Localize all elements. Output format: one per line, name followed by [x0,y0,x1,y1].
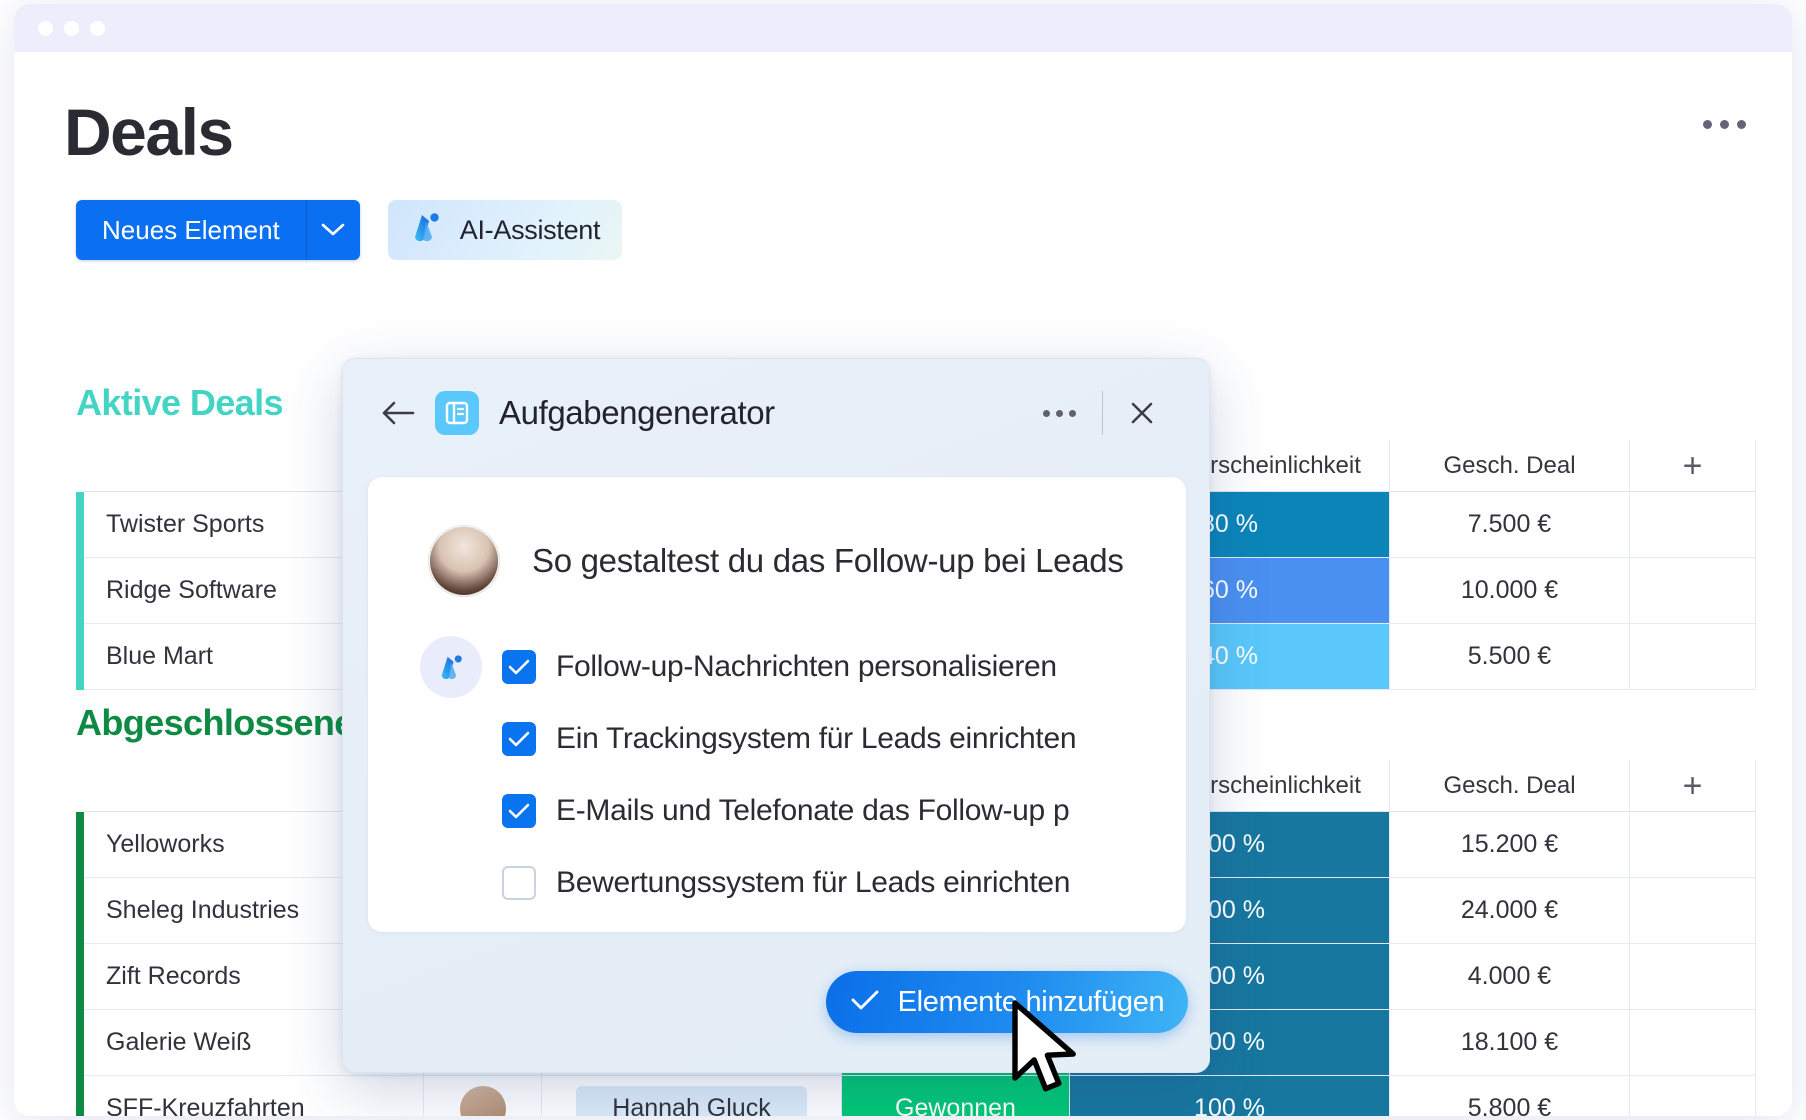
task-generator-modal: Aufgabengenerator So gestaltest du das F… [342,358,1210,1073]
check-icon [850,986,880,1019]
page-body: Deals Neues Element AI-Assistent Aktive … [14,52,1792,1116]
task-label: Bewertungssystem für Leads einrichten [556,866,1071,899]
table-row[interactable]: SFF-Kreuzfahrten Hannah Gluck Gewonnen 1… [76,1076,1756,1116]
plus-icon: + [1682,446,1703,485]
task-checkbox[interactable] [502,722,536,756]
cell-empty[interactable] [1630,812,1756,878]
cell-value[interactable]: 5.800 € [1390,1076,1630,1116]
row-accent [76,878,84,944]
row-accent [76,492,84,558]
task-checkbox[interactable] [502,866,536,900]
modal-title: Aufgabengenerator [499,394,775,431]
cell-value[interactable]: 15.200 € [1390,812,1630,878]
probability-value: 100 % [1194,1094,1265,1116]
cell-empty[interactable] [1630,558,1756,624]
ai-sparkle-icon [420,636,482,698]
cell-value[interactable]: 10.000 € [1390,558,1630,624]
cell-empty[interactable] [1630,1010,1756,1076]
owner-pill: Hannah Gluck [576,1085,807,1116]
task-item[interactable]: E-Mails und Telefonate das Follow-up p [368,775,1186,847]
col-value[interactable]: Gesch. Deal [1390,760,1630,812]
row-accent [76,1076,84,1116]
row-accent [76,558,84,624]
close-icon[interactable] [1103,400,1181,426]
cell-value[interactable]: 18.100 € [1390,1010,1630,1076]
cell-empty[interactable] [1630,492,1756,558]
task-item[interactable]: Follow-up-Nachrichten personalisieren [368,631,1186,703]
cell-empty[interactable] [1630,878,1756,944]
task-label: E-Mails und Telefonate das Follow-up p [556,794,1070,827]
back-arrow-icon[interactable] [381,400,415,426]
window-titlebar [14,4,1792,52]
new-item-button[interactable]: Neues Element [76,200,307,260]
task-item[interactable]: Ein Trackingsystem für Leads einrichten [368,703,1186,775]
cell-owner[interactable]: Hannah Gluck [542,1076,842,1116]
cell-empty[interactable] [1630,944,1756,1010]
maximize-dot[interactable] [90,20,105,36]
add-column-button[interactable]: + [1630,760,1756,812]
task-list: Follow-up-Nachrichten personalisieren Ei… [368,597,1186,919]
close-dot[interactable] [38,20,53,36]
cell-empty[interactable] [1630,1076,1756,1116]
accent-spacer [76,440,84,492]
cell-deal[interactable]: SFF-Kreuzfahrten [84,1076,424,1116]
cell-empty[interactable] [1630,624,1756,690]
cell-value[interactable]: 24.000 € [1390,878,1630,944]
task-label: Ein Trackingsystem für Leads einrichten [556,722,1077,755]
new-item-split-button[interactable]: Neues Element [76,200,360,260]
task-label: Follow-up-Nachrichten personalisieren [556,650,1057,683]
task-item[interactable]: Bewertungssystem für Leads einrichten [368,847,1186,919]
plus-icon: + [1682,766,1703,805]
avatar [459,1085,506,1116]
add-column-button[interactable]: + [1630,440,1756,492]
minimize-dot[interactable] [64,20,79,36]
suggestion-title: So gestaltest du das Follow-up bei Leads [532,542,1124,579]
row-accent [76,944,84,1010]
section-title-active: Aktive Deals [76,382,284,423]
ai-assistant-label: AI-Assistent [459,214,601,245]
modal-header: Aufgabengenerator [343,359,1209,467]
col-value[interactable]: Gesch. Deal [1390,440,1630,492]
accent-spacer [76,760,84,812]
app-window: Deals Neues Element AI-Assistent Aktive … [14,4,1792,1116]
page-overflow-menu-icon[interactable] [1703,120,1746,129]
suggestion-header: So gestaltest du das Follow-up bei Leads [368,477,1186,597]
suggestion-card: So gestaltest du das Follow-up bei Leads [368,477,1186,932]
modal-overflow-menu-icon[interactable] [1017,409,1102,417]
ai-assistant-button[interactable]: AI-Assistent [387,200,623,260]
cell-avatar[interactable] [424,1076,542,1116]
row-accent [76,624,84,690]
row-accent [76,812,84,878]
user-avatar [428,525,500,597]
row-accent [76,1010,84,1076]
ai-sparkle-icon [406,207,446,254]
modal-header-actions [1017,391,1209,435]
task-board-icon [435,391,479,435]
cell-status[interactable]: Gewonnen [842,1076,1070,1116]
cell-value[interactable]: 5.500 € [1390,624,1630,690]
page-title: Deals [64,95,234,169]
cell-value[interactable]: 4.000 € [1390,944,1630,1010]
toolbar: Neues Element AI-Assistent [76,200,623,260]
add-items-button[interactable]: Elemente hinzufügen [826,971,1188,1033]
chevron-down-icon[interactable] [306,200,360,260]
task-checkbox[interactable] [502,794,536,828]
cell-probability[interactable]: 100 % [1070,1076,1390,1116]
task-checkbox[interactable] [502,650,536,684]
cell-value[interactable]: 7.500 € [1390,492,1630,558]
add-items-label: Elemente hinzufügen [897,985,1165,1018]
status-badge: Gewonnen [842,1076,1069,1116]
